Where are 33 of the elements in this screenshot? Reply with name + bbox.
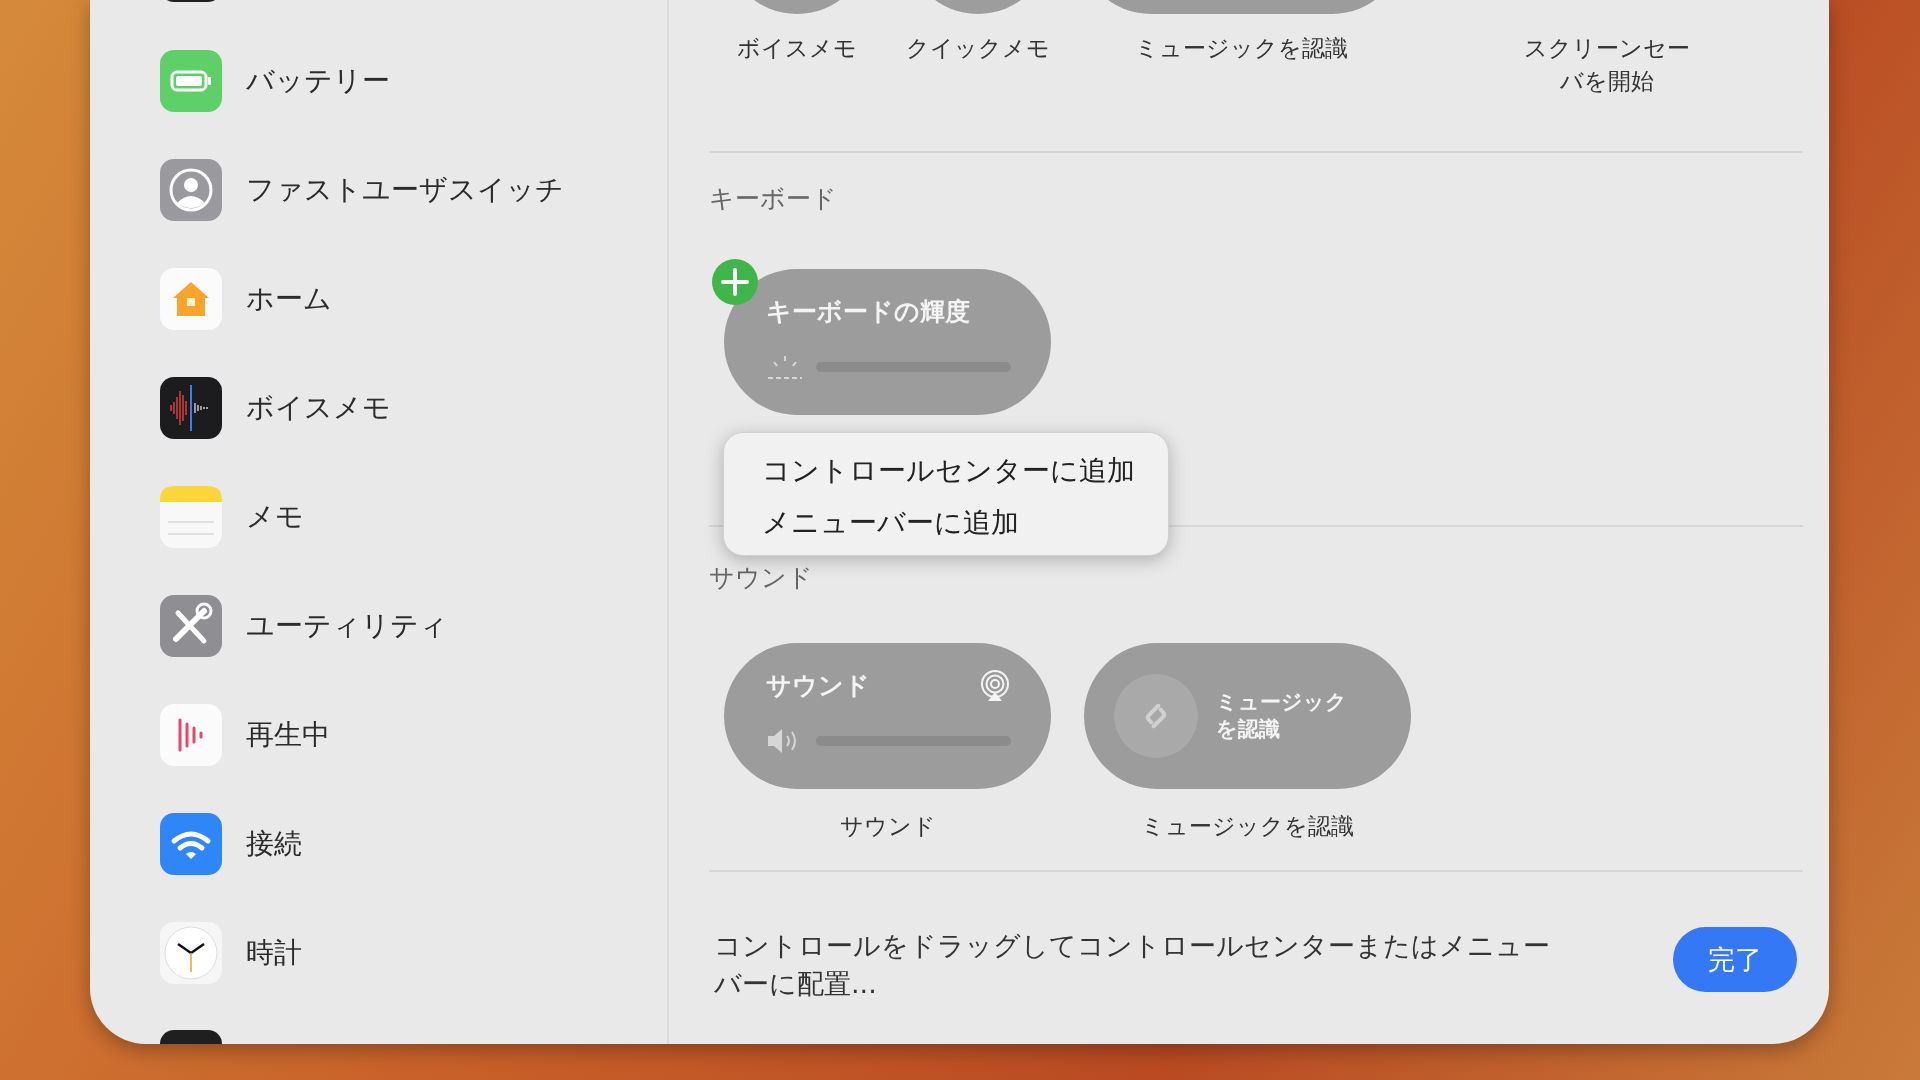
section-title: サウンド [709,563,814,593]
house-icon [160,267,222,330]
wifi-icon [160,812,222,875]
sidebar-item[interactable]: 時計 [246,933,302,972]
section-title: キーボード [709,184,838,214]
sidebar-item[interactable]: ファストユーザスイッチ [246,170,564,209]
control-caption: サウンド [839,812,936,841]
control-title: サウンド [766,670,870,702]
tools-icon [160,594,222,657]
clock-icon [160,921,222,984]
menu-item[interactable]: コントロールセンターに追加 [724,447,1168,495]
sidebar-item[interactable]: メモ [246,497,304,536]
sidebar-item[interactable]: ボイスメモ [246,388,391,427]
battery-icon [160,49,222,112]
sidebar-item[interactable]: ユーティリティ [246,606,448,645]
instruction-text: コントロールをドラッグしてコントロールセンターまたはメニューバーに配置... [714,929,1551,1001]
control-caption: ボイスメモ [736,34,858,63]
sidebar-item[interactable]: ホーム [246,279,332,318]
sidebar-item[interactable]: 再生中 [246,715,330,754]
control-caption: ミュージックを認識 [1141,812,1354,841]
control-caption: ミュージックを認識 [1134,34,1348,63]
done-button[interactable]: 完了 [1673,927,1797,992]
control-caption: クイックメモ [905,34,1051,63]
sidebar-item[interactable]: 接続 [246,824,302,863]
sidebar-item[interactable]: バッテリー [246,61,390,100]
control-title: キーボードの輝度 [766,296,970,328]
notepad-icon [160,485,222,548]
user-icon [160,158,222,221]
menu-item[interactable]: メニューバーに追加 [724,499,1168,547]
sound-bars-icon [160,703,222,766]
control-title: ミュージックを認識 [1216,689,1348,743]
waveform-icon [160,376,222,439]
control-caption: スクリーンセーバを開始 [1523,34,1691,96]
